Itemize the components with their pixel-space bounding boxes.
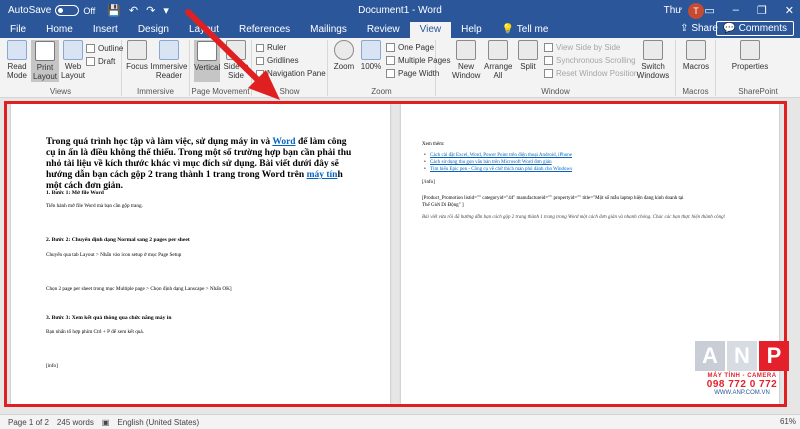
anp-phone: 098 772 0 772 [706, 379, 778, 390]
zoom-level[interactable]: 61% [780, 417, 796, 426]
anp-website: WWW.ANP.COM.VN [714, 390, 770, 396]
word-count[interactable]: 245 words [57, 418, 94, 427]
anp-watermark: A N P MÁY TÍNH - CAMERA 098 772 0 772 WW… [693, 341, 791, 407]
status-bar: Page 1 of 2 245 words ▣ English (United … [0, 414, 800, 429]
anp-letter-a: A [695, 341, 725, 371]
page-count[interactable]: Page 1 of 2 [8, 418, 49, 427]
proofing-icon[interactable]: ▣ [102, 418, 110, 427]
anp-letter-n: N [727, 341, 757, 371]
annotation-arrow-icon [185, 9, 280, 100]
anp-letter-p: P [759, 341, 789, 371]
language-indicator[interactable]: English (United States) [117, 418, 199, 427]
